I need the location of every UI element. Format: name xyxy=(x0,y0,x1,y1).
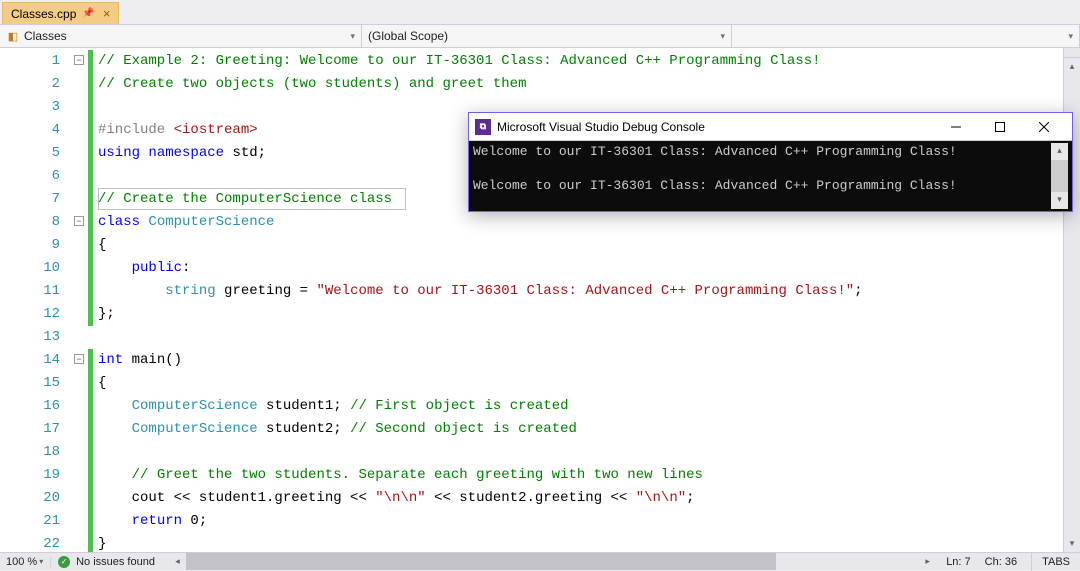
scroll-thumb[interactable] xyxy=(1051,160,1068,192)
change-marker xyxy=(88,50,93,326)
line-number: 5 xyxy=(0,142,60,165)
class-icon: ◧ xyxy=(6,29,20,43)
line-number: 22 xyxy=(0,533,60,556)
minimize-button[interactable] xyxy=(934,113,978,141)
line-number: 12 xyxy=(0,303,60,326)
tab-filename: Classes.cpp xyxy=(11,7,76,21)
code-line[interactable]: { xyxy=(98,372,1063,395)
outline-collapse-icon[interactable]: − xyxy=(74,354,84,364)
code-line[interactable]: }; xyxy=(98,303,1063,326)
scope-dropdown[interactable]: (Global Scope) ▾ xyxy=(362,25,732,47)
file-tab[interactable]: Classes.cpp 📌 × xyxy=(2,2,119,24)
code-line[interactable]: string greeting = "Welcome to our IT-363… xyxy=(98,280,1063,303)
console-output[interactable]: Welcome to our IT-36301 Class: Advanced … xyxy=(473,143,1051,209)
code-line[interactable]: return 0; xyxy=(98,510,1063,533)
line-number: 7 xyxy=(0,188,60,211)
line-number: 21 xyxy=(0,510,60,533)
chevron-down-icon: ▾ xyxy=(350,31,355,42)
line-number: 15 xyxy=(0,372,60,395)
line-number: 16 xyxy=(0,395,60,418)
line-number: 4 xyxy=(0,119,60,142)
col-indicator[interactable]: Ch: 36 xyxy=(985,556,1017,568)
console-title: Microsoft Visual Studio Debug Console xyxy=(497,120,928,134)
line-indicator[interactable]: Ln: 7 xyxy=(946,556,970,568)
class-dropdown-label: Classes xyxy=(24,29,67,43)
code-line[interactable]: int main() xyxy=(98,349,1063,372)
scroll-thumb[interactable] xyxy=(186,553,776,570)
scroll-left-icon[interactable]: ◂ xyxy=(169,556,186,567)
console-titlebar[interactable]: ⧉ Microsoft Visual Studio Debug Console xyxy=(469,113,1072,141)
maximize-button[interactable] xyxy=(978,113,1022,141)
line-number: 14 xyxy=(0,349,60,372)
chevron-down-icon: ▾ xyxy=(39,557,43,566)
scroll-right-icon[interactable]: ▸ xyxy=(919,556,936,567)
line-number: 11 xyxy=(0,280,60,303)
scope-dropdown-label: (Global Scope) xyxy=(368,29,448,43)
code-line[interactable]: ComputerScience student1; // First objec… xyxy=(98,395,1063,418)
chevron-down-icon: ▾ xyxy=(720,31,725,42)
split-handle[interactable] xyxy=(1064,48,1080,58)
status-bar: 100 % ▾ | ✓ No issues found ◂ ▸ Ln: 7 Ch… xyxy=(0,552,1080,570)
outline-collapse-icon[interactable]: − xyxy=(74,216,84,226)
vs-icon: ⧉ xyxy=(475,119,491,135)
scroll-up-icon[interactable]: ▴ xyxy=(1064,58,1080,75)
console-body: Welcome to our IT-36301 Class: Advanced … xyxy=(469,141,1072,211)
code-line[interactable]: cout << student1.greeting << "\n\n" << s… xyxy=(98,487,1063,510)
tab-bar: Classes.cpp 📌 × xyxy=(0,0,1080,24)
code-line[interactable]: // Create two objects (two students) and… xyxy=(98,73,1063,96)
code-line[interactable]: // Greet the two students. Separate each… xyxy=(98,464,1063,487)
line-number: 8 xyxy=(0,211,60,234)
line-number: 1 xyxy=(0,50,60,73)
scroll-up-icon[interactable]: ▴ xyxy=(1051,143,1068,160)
line-number: 10 xyxy=(0,257,60,280)
class-dropdown[interactable]: ◧ Classes ▾ xyxy=(0,25,362,47)
line-number: 17 xyxy=(0,418,60,441)
code-line[interactable]: { xyxy=(98,234,1063,257)
code-line[interactable]: ComputerScience student2; // Second obje… xyxy=(98,418,1063,441)
code-line[interactable]: } xyxy=(98,533,1063,552)
line-number: 2 xyxy=(0,73,60,96)
debug-console-window[interactable]: ⧉ Microsoft Visual Studio Debug Console … xyxy=(468,112,1073,212)
code-line[interactable] xyxy=(98,326,1063,349)
line-number: 19 xyxy=(0,464,60,487)
horizontal-scrollbar[interactable]: ◂ ▸ xyxy=(169,553,936,570)
zoom-control[interactable]: 100 % ▾ xyxy=(6,556,43,568)
zoom-value: 100 % xyxy=(6,556,37,568)
code-line[interactable]: // Example 2: Greeting: Welcome to our I… xyxy=(98,50,1063,73)
tabs-mode[interactable]: TABS xyxy=(1031,553,1070,571)
outline-collapse-icon[interactable]: − xyxy=(74,55,84,65)
close-icon[interactable]: × xyxy=(103,6,111,21)
code-line[interactable]: class ComputerScience xyxy=(98,211,1063,234)
outline-bar: − − − xyxy=(74,48,88,552)
line-number: 3 xyxy=(0,96,60,119)
line-number-gutter: 12345678910111213141516171819202122 xyxy=(0,48,74,552)
chevron-down-icon: ▾ xyxy=(1068,31,1073,42)
code-line[interactable] xyxy=(98,441,1063,464)
scroll-down-icon[interactable]: ▾ xyxy=(1064,535,1080,552)
line-number: 18 xyxy=(0,441,60,464)
navigation-bar: ◧ Classes ▾ (Global Scope) ▾ ▾ xyxy=(0,24,1080,48)
line-number: 13 xyxy=(0,326,60,349)
line-number: 6 xyxy=(0,165,60,188)
scroll-down-icon[interactable]: ▾ xyxy=(1051,192,1068,209)
issues-label[interactable]: No issues found xyxy=(76,556,155,568)
member-dropdown[interactable]: ▾ xyxy=(732,25,1080,47)
close-button[interactable] xyxy=(1022,113,1066,141)
change-marker xyxy=(88,349,93,552)
line-number: 9 xyxy=(0,234,60,257)
line-number: 20 xyxy=(0,487,60,510)
console-scrollbar[interactable]: ▴ ▾ xyxy=(1051,143,1068,209)
code-line[interactable]: public: xyxy=(98,257,1063,280)
pin-icon[interactable]: 📌 xyxy=(82,8,94,19)
ok-icon: ✓ xyxy=(58,556,70,568)
